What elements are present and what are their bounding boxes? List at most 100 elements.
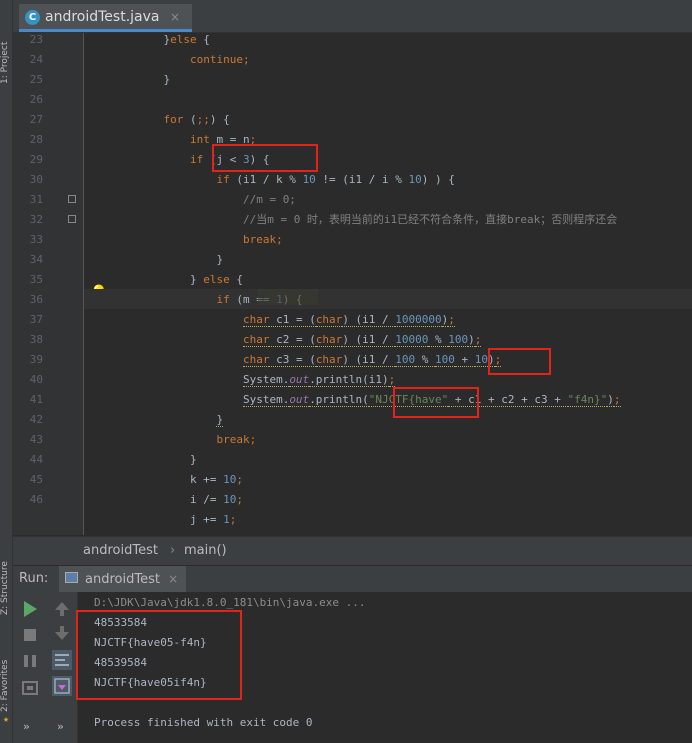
fold-marker-icon[interactable] xyxy=(68,215,76,223)
code-token: ) ) { xyxy=(421,173,455,186)
code-line: char c2 = (char) (i1 / 10000 % 100); xyxy=(84,330,482,350)
code-token: ; xyxy=(388,373,396,387)
code-token: c2 = ( xyxy=(269,333,316,347)
code-token: } xyxy=(189,453,197,466)
line-number: 23 xyxy=(29,33,43,46)
scroll-to-end-icon[interactable] xyxy=(52,676,72,696)
code-token: //当m = 0 时，表明当前的i1已经不符合条件，直接break；否则程序还会 xyxy=(242,213,618,226)
code-token: ; xyxy=(613,393,621,407)
project-tool-button[interactable]: 1: Project xyxy=(0,4,12,84)
code-line: } xyxy=(84,250,223,270)
editor-gutter: 23 24 25 26 27 28 29 30 31 32 33 34 35 36 37 38 39 40 41 42… xyxy=(13,33,107,535)
highlight-box-if-condition xyxy=(212,144,318,172)
soft-wrap-icon[interactable] xyxy=(52,650,72,670)
code-token: char xyxy=(315,313,343,327)
line-number: 32 xyxy=(29,213,43,226)
code-token: ; xyxy=(448,313,455,327)
code-token: ) { xyxy=(209,113,230,126)
run-panel-header: Run: androidTest × xyxy=(13,565,692,593)
editor-tab-androidtest[interactable]: C androidTest.java × xyxy=(19,4,192,32)
arrow-up-icon[interactable] xyxy=(52,599,72,619)
code-token: if xyxy=(216,173,230,186)
code-token: } xyxy=(163,73,171,86)
java-class-icon: C xyxy=(25,10,40,25)
code-token: 10 xyxy=(474,353,489,367)
line-number: 30 xyxy=(29,173,43,186)
breadcrumb-method[interactable]: main() xyxy=(184,537,227,565)
code-token: ) xyxy=(607,393,614,407)
code-line: } xyxy=(84,70,170,90)
code-token: ; xyxy=(276,233,283,246)
code-token: 10 xyxy=(223,473,237,486)
line-number: 26 xyxy=(29,93,43,106)
code-token: 10 xyxy=(408,173,422,186)
more-actions-icon[interactable]: » xyxy=(23,720,30,733)
code-token: % xyxy=(428,333,449,347)
code-token: ; xyxy=(236,493,243,506)
code-token: != (i1 / i % xyxy=(315,173,409,186)
code-token: ; xyxy=(249,433,257,446)
stop-icon[interactable] xyxy=(20,625,40,645)
pause-icon[interactable] xyxy=(20,651,40,671)
code-token: ) xyxy=(468,333,475,347)
code-token: k += xyxy=(189,473,224,486)
run-tab-title: androidTest xyxy=(85,572,160,587)
code-token: 100 xyxy=(448,333,469,347)
fold-marker-icon[interactable] xyxy=(68,195,76,203)
code-line: char c1 = (char) (i1 / 1000000); xyxy=(84,310,455,330)
arrow-down-icon[interactable] xyxy=(52,623,72,643)
run-toolbar-secondary: » xyxy=(47,592,78,743)
usage-highlight xyxy=(258,289,318,305)
line-number: 33 xyxy=(29,233,43,246)
code-token: System. xyxy=(242,393,290,407)
code-token: ; xyxy=(242,53,250,66)
highlight-box-console-output xyxy=(76,610,242,700)
console-output[interactable]: D:\JDK\Java\jdk1.8.0_181\bin\java.exe ..… xyxy=(76,592,692,743)
structure-tool-button[interactable]: Z: Structure xyxy=(0,545,12,615)
breadcrumb-class[interactable]: androidTest xyxy=(83,537,158,565)
code-token: 100 xyxy=(395,353,416,367)
left-tool-strip: 1: Project Z: Structure 2: Favorites ★ xyxy=(0,0,13,743)
code-editor[interactable]: }else { continue; } for (;;) { int m = n… xyxy=(84,33,692,535)
run-tab-androidtest[interactable]: androidTest × xyxy=(59,566,187,592)
code-token: char xyxy=(242,333,270,347)
line-number: 28 xyxy=(29,133,43,146)
rerun-icon[interactable] xyxy=(20,599,40,619)
code-line: //当m = 0 时，表明当前的i1已经不符合条件，直接break；否则程序还会 xyxy=(84,210,617,230)
code-token: break xyxy=(242,233,277,246)
line-number: 39 xyxy=(29,353,43,366)
code-token: int xyxy=(189,133,210,146)
line-number: 24 xyxy=(29,53,43,66)
dump-threads-icon[interactable] xyxy=(20,678,40,698)
run-tab-close-icon[interactable]: × xyxy=(168,572,178,586)
line-number: 41 xyxy=(29,393,43,406)
code-token: c3 = ( xyxy=(269,353,316,367)
code-token: ; xyxy=(236,473,243,486)
line-number: 43 xyxy=(29,433,43,446)
line-number: 34 xyxy=(29,253,43,266)
tab-close-icon[interactable]: × xyxy=(170,10,180,24)
code-line: }else { xyxy=(84,33,209,50)
code-token: char xyxy=(242,353,270,367)
more-options-icon[interactable]: » xyxy=(57,720,64,733)
line-number: 46 xyxy=(29,493,43,506)
code-token: "f4n}" xyxy=(567,393,608,407)
favorites-tool-button[interactable]: 2: Favorites xyxy=(0,650,12,712)
code-line: j += 1; xyxy=(84,510,236,530)
code-token: 10 xyxy=(302,173,316,186)
code-token: } xyxy=(216,253,224,266)
line-number: 40 xyxy=(29,373,43,386)
code-line: i /= 10; xyxy=(84,490,243,510)
code-token: out xyxy=(289,393,310,407)
code-line: } else { xyxy=(84,270,243,290)
